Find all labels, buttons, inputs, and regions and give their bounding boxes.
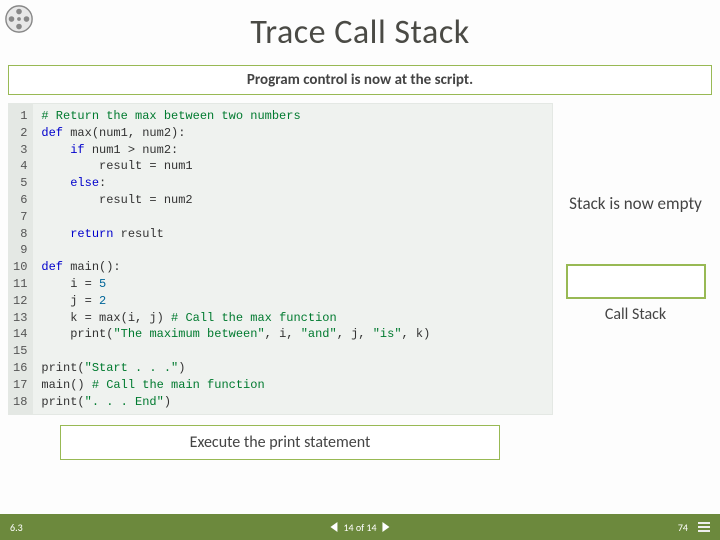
stack-status: Stack is now empty: [569, 193, 702, 214]
status-banner: Program control is now at the script.: [8, 65, 712, 95]
stack-label: Call Stack: [605, 305, 666, 324]
stack-frame-empty: [566, 264, 706, 299]
instruction-callout: Execute the print statement: [60, 425, 500, 460]
slide-counter: 14 of 14: [343, 521, 376, 534]
slide-title: Trace Call Stack: [0, 0, 720, 53]
code-listing: 1 2 3 4 5 6 7 8 9 10 11 12 13 14 15 16 1…: [8, 103, 553, 415]
page-number: 74: [678, 521, 688, 534]
next-slide-icon[interactable]: [383, 522, 390, 532]
code-body: # Return the max between two numbers def…: [33, 104, 438, 414]
section-number: 6.3: [10, 521, 23, 534]
prev-slide-icon[interactable]: [330, 522, 337, 532]
line-gutter: 1 2 3 4 5 6 7 8 9 10 11 12 13 14 15 16 1…: [9, 104, 33, 414]
call-stack-panel: Stack is now empty Call Stack: [559, 103, 712, 324]
menu-icon[interactable]: [698, 522, 710, 532]
footer-bar: 6.3 14 of 14 74: [0, 514, 720, 540]
reel-icon: [4, 4, 34, 34]
